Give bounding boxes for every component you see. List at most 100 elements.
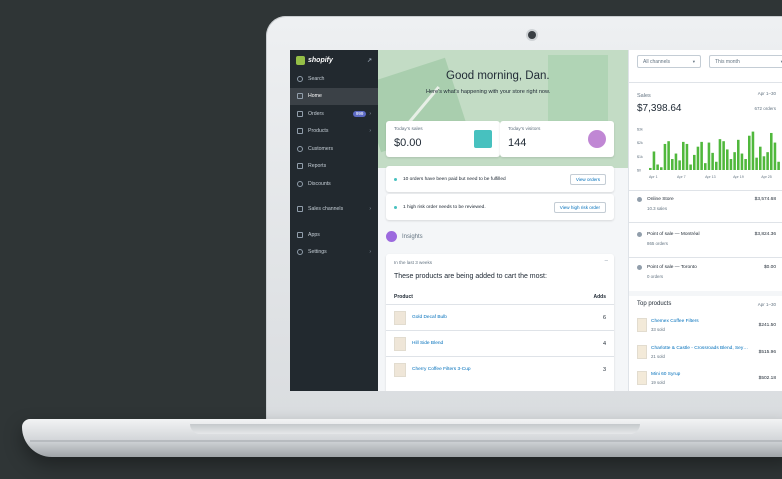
channel-amount: $0.00 — [763, 265, 776, 270]
period-select[interactable]: This month ▾ — [709, 55, 782, 68]
sidebar-item-customers[interactable]: Customers — [290, 140, 378, 158]
x-tick-label: Apr 1 — [649, 175, 658, 179]
y-tick-label: $0 — [637, 169, 641, 173]
sidebar-item-orders[interactable]: Orders 999 › — [290, 105, 378, 123]
sales-bar[interactable] — [707, 142, 711, 170]
sales-bar[interactable] — [729, 159, 733, 170]
online-store-icon — [637, 197, 642, 202]
view-orders-button[interactable]: View orders — [569, 173, 606, 185]
sidebar-item-products[interactable]: Products › — [290, 123, 378, 141]
sales-bar[interactable] — [718, 139, 722, 170]
sidebar-item-discounts[interactable]: Discounts — [290, 175, 378, 193]
tag-icon — [297, 128, 303, 135]
sales-bar[interactable] — [751, 131, 755, 170]
product-thumbnail — [394, 336, 406, 351]
sales-bar[interactable] — [755, 157, 758, 170]
sales-bar[interactable] — [696, 146, 700, 170]
channel-row-pos-toronto[interactable]: Point of sale — Toronto 0 orders $0.00 — [629, 265, 782, 279]
channel-select-value: All channels — [643, 59, 670, 65]
channel-orders: 865 orders — [647, 241, 668, 246]
todays-sales-card[interactable]: Today's sales $0.00 — [386, 121, 500, 157]
task-text: 1 high risk order needs to be reviewed. — [403, 204, 486, 210]
sales-bar[interactable] — [777, 161, 780, 170]
sales-bar[interactable] — [748, 135, 751, 170]
brand-name: shopify — [308, 56, 333, 64]
sales-bar[interactable] — [678, 160, 681, 170]
sales-bar[interactable] — [656, 164, 659, 170]
sales-bar[interactable] — [682, 141, 685, 170]
channel-select[interactable]: All channels ▾ — [637, 55, 701, 68]
product-thumbnail — [637, 318, 647, 332]
sales-bar[interactable] — [766, 152, 769, 170]
sales-bar[interactable] — [693, 154, 696, 170]
external-link-icon[interactable]: ↗ — [367, 57, 372, 64]
table-row[interactable]: Gold Decaf Bulb 6 — [386, 304, 614, 330]
sales-bar[interactable] — [649, 167, 652, 170]
brand[interactable]: shopify ↗ — [290, 50, 378, 70]
sales-bar[interactable] — [737, 139, 740, 170]
channel-amount: $3,574.68 — [754, 197, 776, 202]
sidebar-item-settings[interactable]: Settings › — [290, 244, 378, 262]
channel-row-online-store[interactable]: Online Store 10.3 sales $3,574.68 — [629, 197, 782, 211]
sidebar-item-reports[interactable]: Reports — [290, 158, 378, 176]
insights-meta: In the last 3 weeks — [394, 260, 433, 265]
sales-bar[interactable] — [773, 142, 777, 170]
sales-bar[interactable] — [722, 141, 725, 170]
chevron-right-icon: › — [369, 128, 371, 135]
col-product: Product — [394, 294, 413, 300]
location-pin-icon — [637, 265, 642, 270]
task-high-risk-order: 1 high risk order needs to be reviewed. … — [386, 194, 614, 220]
sales-bar[interactable] — [770, 132, 773, 170]
visitors-icon — [588, 130, 606, 148]
sales-bar[interactable] — [671, 159, 674, 170]
sales-bar[interactable] — [660, 167, 663, 170]
sidebar-item-label: Discounts — [308, 180, 331, 187]
sales-date-range: Apr 1–30 — [757, 91, 776, 96]
channel-row-pos-montreal[interactable]: Point of sale — Montréal 865 orders $3,8… — [629, 232, 782, 246]
sales-bar-chart: $0 $1k $2k $3k Apr 1 Apr 7 Apr 13 Apr 19 Apr 25 — [637, 127, 780, 179]
table-row[interactable]: Cherry Coffee Filters 3-Cup 3 — [386, 356, 614, 382]
sidebar-item-home[interactable]: Home — [290, 87, 378, 105]
top-product-row[interactable]: Charlotte & Castle - Crossroads Blend, S… — [629, 340, 782, 364]
view-high-risk-order-button[interactable]: View high risk order — [553, 201, 606, 213]
building-illustration — [548, 55, 608, 125]
sales-bar[interactable] — [667, 141, 670, 170]
todays-visitors-card[interactable]: Today's visitors 144 — [500, 121, 614, 157]
top-product-row[interactable]: Mini 60 Syrup 19 sold $502.18 — [629, 366, 782, 390]
sidebar-item-label: Home — [308, 93, 322, 100]
table-header: Product Adds — [394, 294, 606, 300]
task-text: 10 orders have been paid but need to be … — [403, 176, 506, 182]
sidebar-item-sales-channels[interactable]: Sales channels › — [290, 201, 378, 219]
sales-bar[interactable] — [700, 141, 703, 170]
sidebar-item-apps[interactable]: Apps — [290, 226, 378, 244]
sidebar-item-search[interactable]: Search — [290, 70, 378, 88]
sales-bar[interactable] — [685, 143, 689, 170]
sales-bar[interactable] — [711, 152, 714, 170]
sidebar-item-label: Products — [308, 128, 329, 135]
store-icon — [297, 206, 303, 213]
sales-bar[interactable] — [744, 159, 747, 170]
sales-bar[interactable] — [740, 153, 744, 170]
sales-bar[interactable] — [689, 164, 692, 170]
top-product-row[interactable]: Chemex Coffee Filters 33 sold $241.50 — [629, 313, 782, 337]
sidebar-item-label: Orders — [308, 110, 324, 117]
sales-bar[interactable] — [715, 161, 718, 170]
table-row[interactable]: Hill Side Blend 4 — [386, 330, 614, 356]
discount-icon — [297, 180, 303, 187]
sales-bar[interactable] — [759, 146, 762, 170]
dismiss-icon[interactable]: – — [605, 258, 608, 264]
product-amount: $241.50 — [758, 322, 776, 328]
sidebar-item-label: Reports — [308, 163, 327, 170]
task-dot-icon — [394, 177, 397, 181]
sales-bar[interactable] — [663, 143, 667, 170]
home-icon — [297, 93, 303, 100]
sales-bar[interactable] — [762, 156, 766, 170]
sales-bar[interactable] — [674, 153, 678, 170]
sales-bar[interactable] — [726, 149, 729, 170]
sales-bar[interactable] — [652, 151, 656, 170]
product-adds: 6 — [602, 314, 606, 321]
product-amount: $502.18 — [758, 375, 776, 381]
sales-bar[interactable] — [704, 163, 707, 170]
bar-chart-icon — [297, 163, 303, 170]
sales-bar[interactable] — [733, 152, 736, 170]
